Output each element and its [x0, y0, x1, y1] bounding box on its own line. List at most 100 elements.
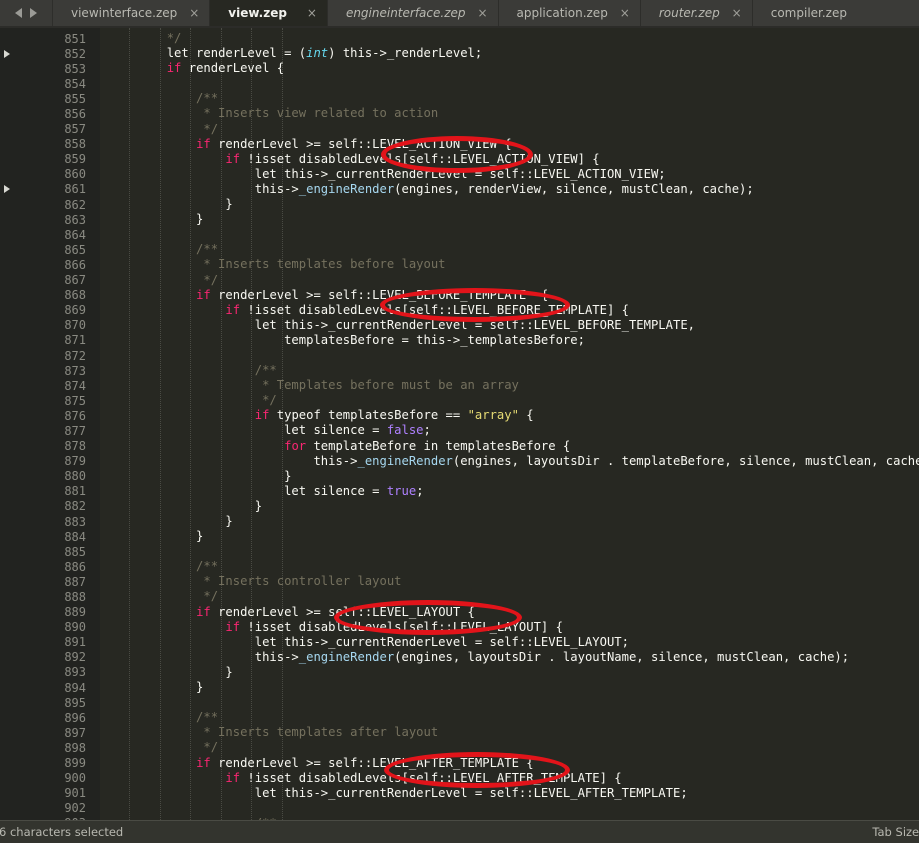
code-line[interactable]: * Inserts view related to action	[100, 106, 919, 121]
fold-arrow-icon[interactable]	[4, 185, 10, 194]
code-line[interactable]: /**	[100, 710, 919, 725]
code-line[interactable]: if !isset disabledLevels[self::LEVEL_LAY…	[100, 620, 919, 635]
triangle-left-icon[interactable]	[15, 8, 22, 18]
code-line[interactable]: let silence = false;	[100, 423, 919, 438]
line-number[interactable]: 851	[0, 31, 100, 46]
code-line[interactable]: let this->_currentRenderLevel = self::LE…	[100, 786, 919, 801]
line-number[interactable]: 884	[0, 529, 100, 544]
line-number[interactable]: 861	[0, 182, 100, 197]
code-line[interactable]: }	[100, 514, 919, 529]
code-line[interactable]: if renderLevel >= self::LEVEL_LAYOUT {	[100, 605, 919, 620]
code-line[interactable]	[100, 695, 919, 710]
line-number[interactable]: 899	[0, 756, 100, 771]
line-number[interactable]: 886	[0, 559, 100, 574]
line-number[interactable]: 882	[0, 499, 100, 514]
line-number[interactable]: 855	[0, 91, 100, 106]
code-content[interactable]: */ let renderLevel = (int) this->_render…	[100, 28, 919, 820]
line-number[interactable]: 864	[0, 227, 100, 242]
line-number[interactable]: 878	[0, 439, 100, 454]
close-icon[interactable]: ×	[307, 7, 317, 19]
code-line[interactable]: * Inserts templates before layout	[100, 257, 919, 272]
line-number[interactable]: 895	[0, 695, 100, 710]
code-line[interactable]: this->_engineRender(engines, layoutsDir …	[100, 454, 919, 469]
code-line[interactable]: }	[100, 499, 919, 514]
line-number[interactable]: 859	[0, 152, 100, 167]
code-line[interactable]: if !isset disabledLevels[self::LEVEL_BEF…	[100, 303, 919, 318]
line-number[interactable]: 871	[0, 333, 100, 348]
line-number[interactable]: 865	[0, 242, 100, 257]
code-line[interactable]: let this->_currentRenderLevel = self::LE…	[100, 167, 919, 182]
line-number[interactable]: 883	[0, 514, 100, 529]
line-number[interactable]: 879	[0, 454, 100, 469]
line-number[interactable]: 898	[0, 740, 100, 755]
line-number[interactable]: 852	[0, 46, 100, 61]
line-number[interactable]: 870	[0, 318, 100, 333]
code-line[interactable]: let this->_currentRenderLevel = self::LE…	[100, 635, 919, 650]
line-number[interactable]: 877	[0, 423, 100, 438]
code-line[interactable]	[100, 801, 919, 816]
line-number[interactable]: 896	[0, 710, 100, 725]
line-number[interactable]: 858	[0, 137, 100, 152]
fold-arrow-icon[interactable]	[4, 49, 10, 58]
line-number[interactable]: 853	[0, 61, 100, 76]
code-line[interactable]: /**	[100, 559, 919, 574]
code-line[interactable]: */	[100, 740, 919, 755]
close-icon[interactable]: ×	[477, 7, 487, 19]
line-number[interactable]: 881	[0, 484, 100, 499]
code-line[interactable]: this->_engineRender(engines, renderView,…	[100, 182, 919, 197]
line-number[interactable]: 866	[0, 257, 100, 272]
tab-router-zep[interactable]: router.zep ×	[640, 0, 753, 26]
line-number[interactable]: 856	[0, 106, 100, 121]
line-number[interactable]: 885	[0, 544, 100, 559]
code-lines[interactable]: */ let renderLevel = (int) this->_render…	[100, 31, 919, 820]
tab-engineinterface-zep[interactable]: engineinterface.zep ×	[327, 0, 499, 26]
line-number[interactable]: 860	[0, 167, 100, 182]
code-line[interactable]: * Inserts controller layout	[100, 574, 919, 589]
code-line[interactable]: if renderLevel {	[100, 61, 919, 76]
line-number[interactable]: 901	[0, 786, 100, 801]
line-number[interactable]: 880	[0, 469, 100, 484]
code-line[interactable]: */	[100, 589, 919, 604]
close-icon[interactable]: ×	[620, 7, 630, 19]
code-line[interactable]: * Inserts templates after layout	[100, 725, 919, 740]
line-number[interactable]: 863	[0, 212, 100, 227]
code-line[interactable]: for templateBefore in templatesBefore {	[100, 439, 919, 454]
code-line[interactable]: this->_engineRender(engines, layoutsDir …	[100, 650, 919, 665]
line-number[interactable]: 872	[0, 348, 100, 363]
line-number-gutter[interactable]: 851 852 853 854 855 856 857 858 859 860 861 862 863 8…	[0, 28, 100, 820]
tab-view-zep[interactable]: view.zep ×	[210, 0, 328, 26]
tab-viewinterface-zep[interactable]: viewinterface.zep ×	[53, 0, 211, 26]
line-number[interactable]: 903	[0, 816, 100, 820]
code-line[interactable]: /**	[100, 816, 919, 820]
code-line[interactable]: */	[100, 31, 919, 46]
tab-nav-arrows[interactable]	[0, 0, 53, 26]
code-line[interactable]: /**	[100, 242, 919, 257]
line-number[interactable]: 891	[0, 635, 100, 650]
tab-size-status[interactable]: Tab Size:	[872, 825, 919, 839]
line-number[interactable]: 874	[0, 378, 100, 393]
line-number[interactable]: 890	[0, 620, 100, 635]
tab-compiler-zep[interactable]: compiler.zep	[752, 0, 879, 26]
code-line[interactable]: */	[100, 273, 919, 288]
line-number[interactable]: 893	[0, 665, 100, 680]
line-number[interactable]: 869	[0, 303, 100, 318]
code-line[interactable]	[100, 544, 919, 559]
code-line[interactable]: }	[100, 680, 919, 695]
close-icon[interactable]: ×	[732, 7, 742, 19]
code-line[interactable]: templatesBefore = this->_templatesBefore…	[100, 333, 919, 348]
line-number[interactable]: 876	[0, 408, 100, 423]
line-number[interactable]: 873	[0, 363, 100, 378]
code-line[interactable]: if renderLevel >= self::LEVEL_AFTER_TEMP…	[100, 756, 919, 771]
line-number[interactable]: 892	[0, 650, 100, 665]
triangle-right-icon[interactable]	[30, 8, 37, 18]
code-line[interactable]: if typeof templatesBefore == "array" {	[100, 408, 919, 423]
code-line[interactable]: /**	[100, 363, 919, 378]
code-editor[interactable]: 851 852 853 854 855 856 857 858 859 860 861 862 863 8…	[0, 28, 919, 820]
line-number[interactable]: 887	[0, 574, 100, 589]
code-line[interactable]: let renderLevel = (int) this->_renderLev…	[100, 46, 919, 61]
line-number[interactable]: 867	[0, 273, 100, 288]
line-number[interactable]: 868	[0, 288, 100, 303]
tab-application-zep[interactable]: application.zep ×	[498, 0, 641, 26]
code-line[interactable]: if renderLevel >= self::LEVEL_BEFORE_TEM…	[100, 288, 919, 303]
line-number[interactable]: 857	[0, 122, 100, 137]
